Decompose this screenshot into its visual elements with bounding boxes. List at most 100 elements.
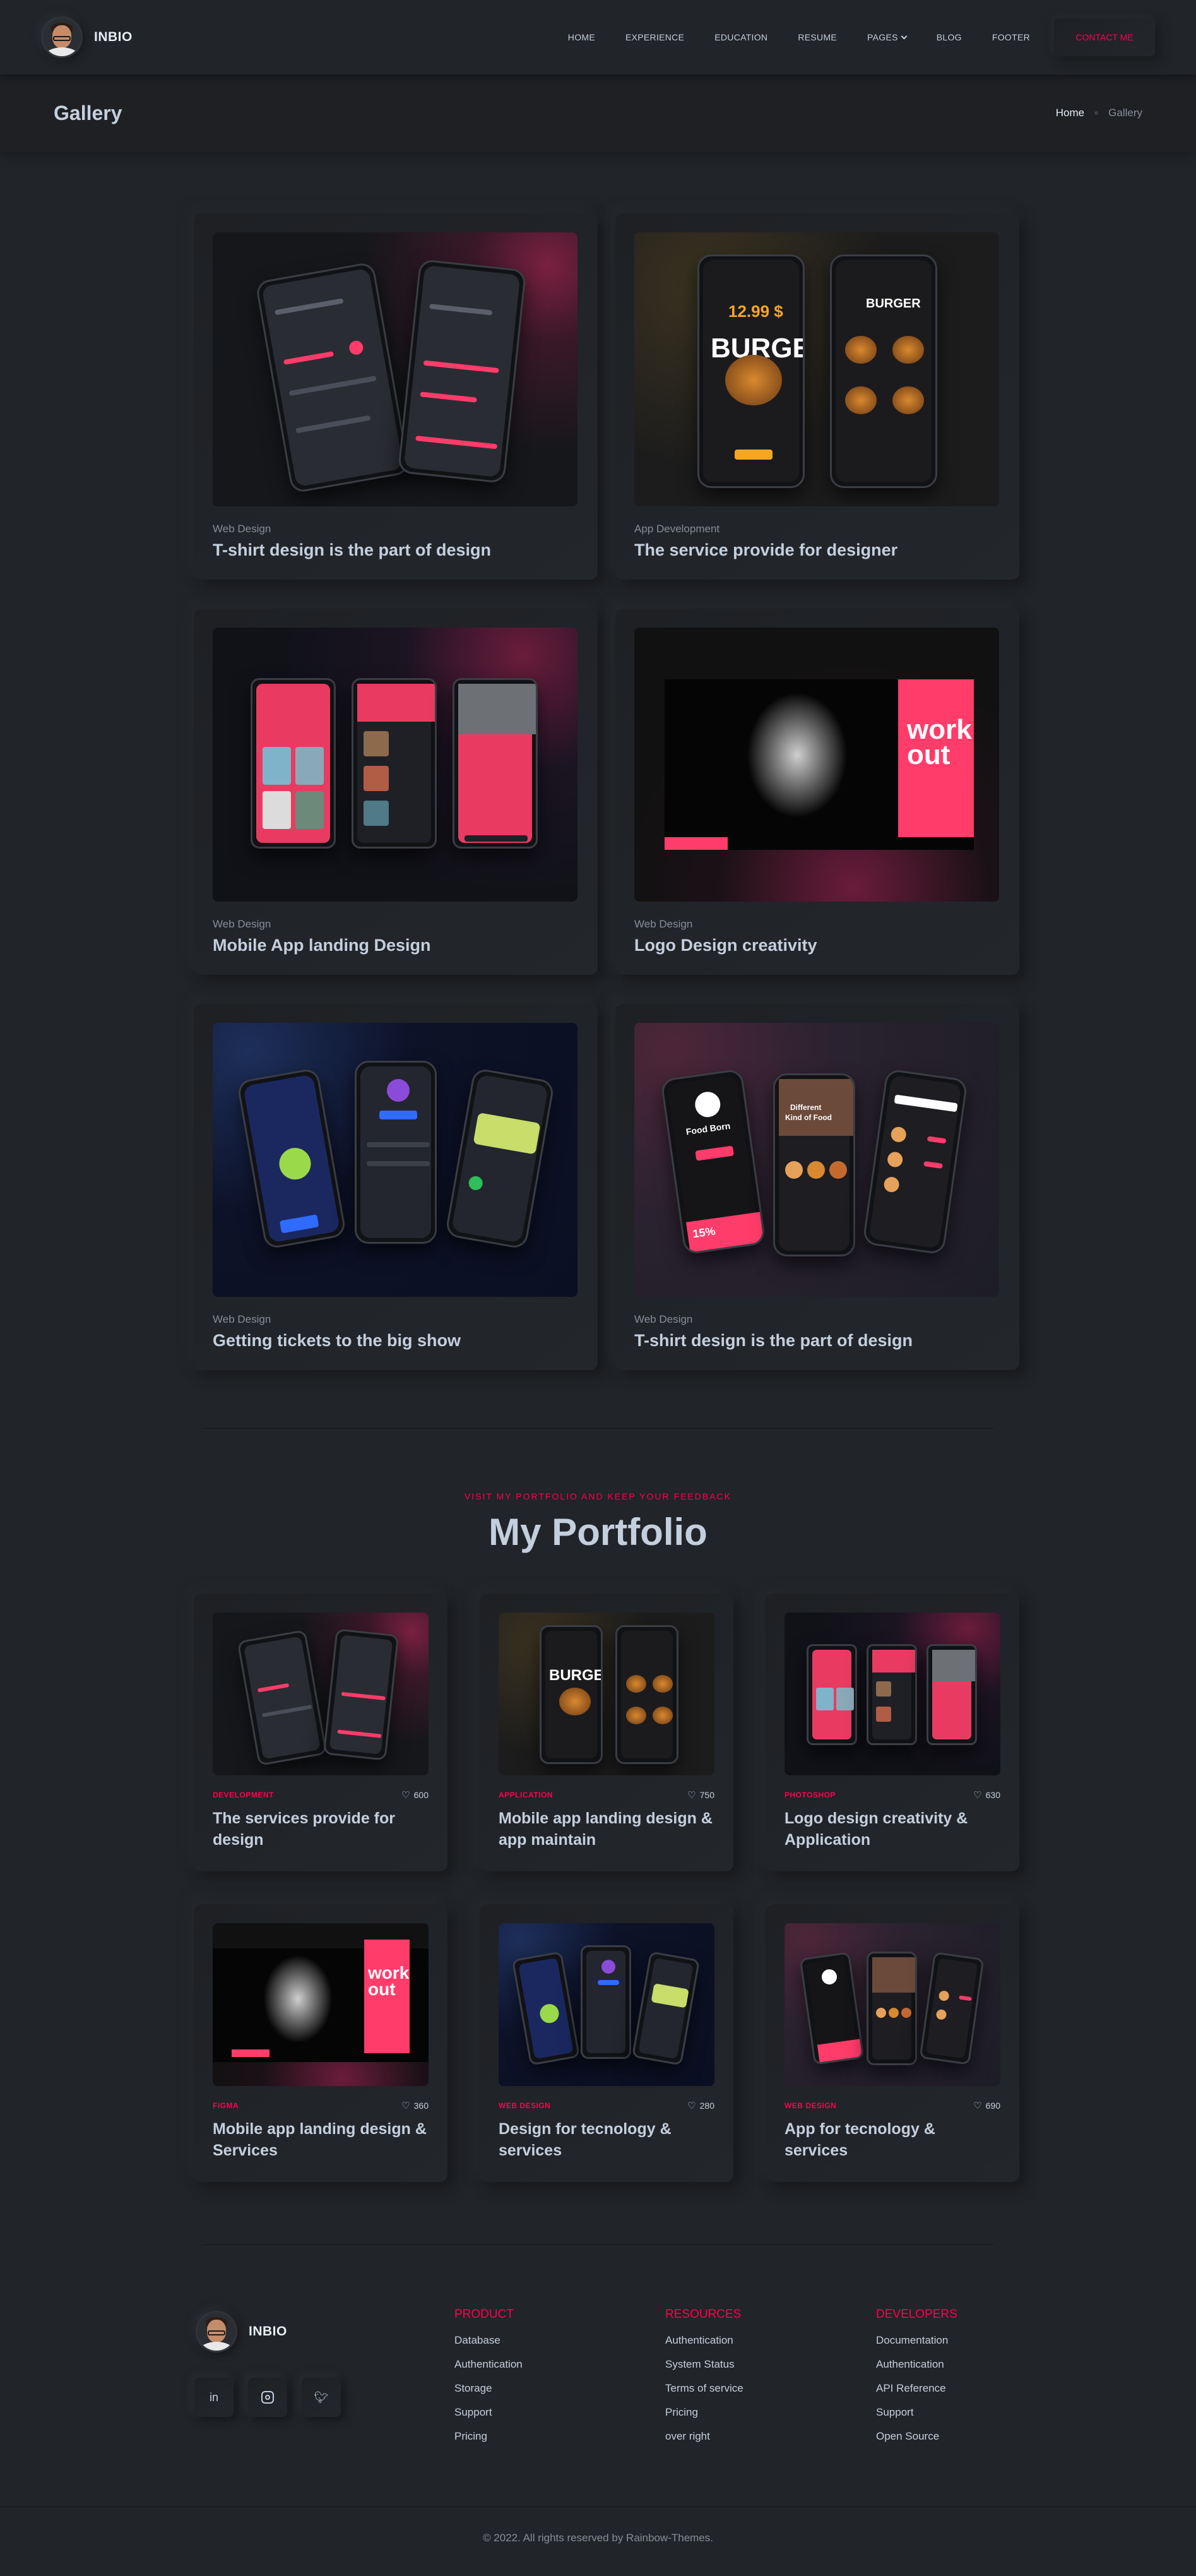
copyright-text: © 2022. All rights reserved by Rainbow-T… (483, 2532, 713, 2544)
heart-icon: ♡ (687, 1790, 696, 1801)
food-born-label: Food Born (685, 1120, 731, 1137)
like-count: 600 (413, 1790, 429, 1800)
heart-icon: ♡ (401, 2101, 410, 2111)
gallery-card[interactable]: 12.99 $ BURGER BURGER App Development Th… (615, 213, 1019, 580)
card-title[interactable]: T-shirt design is the part of design (213, 540, 579, 560)
gallery-card[interactable]: Food Born 15% Different Kind of Food Web… (615, 1004, 1019, 1370)
portfolio-title-link[interactable]: Mobile app landing design & Services (213, 2119, 429, 2162)
like-count: 750 (699, 1790, 714, 1800)
twitter-button[interactable]: 🐦︎ (302, 2378, 341, 2417)
footer-link[interactable]: Authentication (876, 2358, 957, 2371)
chevron-down-icon (901, 33, 908, 39)
gallery-thumbnail (213, 628, 577, 902)
like-counter[interactable]: ♡ 600 (401, 1789, 429, 1801)
like-count: 690 (985, 2101, 1000, 2111)
nav-home[interactable]: HOME (553, 32, 610, 42)
section-divider (202, 2245, 994, 2246)
like-counter[interactable]: ♡ 280 (687, 2100, 714, 2111)
footer-link[interactable]: Pricing (454, 2430, 523, 2443)
card-category: Web Design (634, 918, 693, 930)
linkedin-button[interactable]: in (194, 2378, 234, 2417)
footer-link[interactable]: Authentication (454, 2358, 523, 2371)
like-counter[interactable]: ♡ 360 (401, 2100, 429, 2111)
nav-footer[interactable]: FOOTER (977, 32, 1045, 42)
breadcrumb-current: Gallery (1108, 107, 1142, 119)
nav-pages[interactable]: PAGES (852, 32, 921, 42)
portfolio-title-link[interactable]: The services provide for design (213, 1808, 429, 1851)
portfolio-category: APPLICATION (499, 1791, 553, 1799)
footer-link[interactable]: Open Source (876, 2430, 957, 2443)
nav-education[interactable]: EDUCATION (699, 32, 783, 42)
portfolio-title-link[interactable]: Logo design creativity & Application (785, 1808, 1000, 1851)
footer-column-product: PRODUCT Database Authentication Storage … (454, 2308, 523, 2454)
nav-blog[interactable]: BLOG (921, 32, 977, 42)
gallery-card[interactable]: Web Design Mobile App landing Design (194, 609, 598, 975)
gallery-card[interactable]: Web Design Getting tickets to the big sh… (194, 1004, 598, 1370)
footer-link[interactable]: Authentication (665, 2334, 743, 2347)
breadcrumb-home-link[interactable]: Home (1056, 107, 1084, 119)
footer-link[interactable]: Support (876, 2406, 957, 2419)
gallery-thumbnail: work out (634, 628, 999, 902)
portfolio-title: My Portfolio (488, 1511, 708, 1553)
kind-of-food-label: Kind of Food (785, 1113, 832, 1122)
portfolio-category: PHOTOSHOP (785, 1791, 836, 1799)
card-title[interactable]: Mobile App landing Design (213, 936, 579, 955)
footer-link[interactable]: API Reference (876, 2382, 957, 2395)
footer-link[interactable]: System Status (665, 2358, 743, 2371)
site-header: INBIO HOME EXPERIENCE EDUCATION RESUME P… (0, 0, 1196, 75)
footer-column-resources: RESOURCES Authentication System Status T… (665, 2308, 743, 2454)
like-count: 360 (413, 2101, 429, 2111)
portfolio-category: DEVELOPMENT (213, 1791, 274, 1799)
card-category: Web Design (213, 523, 271, 535)
like-counter[interactable]: ♡ 630 (973, 1789, 1000, 1801)
header-logo[interactable]: INBIO (41, 16, 133, 58)
card-category: Web Design (634, 1313, 693, 1325)
heart-icon: ♡ (973, 2101, 982, 2111)
gallery-card[interactable]: work out Web Design Logo Design creativi… (615, 609, 1019, 975)
instagram-button[interactable] (248, 2378, 287, 2417)
linkedin-icon: in (209, 2390, 218, 2404)
portfolio-card[interactable]: work out FIGMA ♡ 360 Mobile app landing d… (194, 1904, 447, 2182)
portfolio-card[interactable]: PHOTOSHOP ♡ 630 Logo design creativity & … (766, 1594, 1019, 1871)
portfolio-card[interactable]: DEVELOPMENT ♡ 600 The services provide fo… (194, 1594, 447, 1871)
portfolio-thumbnail (785, 1923, 1000, 2086)
nav-experience[interactable]: EXPERIENCE (610, 32, 699, 42)
footer-link[interactable]: Terms of service (665, 2382, 743, 2395)
portfolio-title-link[interactable]: App for tecnology & services (785, 2119, 1000, 2162)
card-title[interactable]: The service provide for designer (634, 540, 1000, 560)
heart-icon: ♡ (401, 1790, 410, 1801)
footer-link[interactable]: Storage (454, 2382, 523, 2395)
gallery-card[interactable]: Web Design T-shirt design is the part of… (194, 213, 598, 580)
avatar (41, 16, 83, 58)
percent-label: 15% (692, 1224, 716, 1241)
portfolio-title-link[interactable]: Mobile app landing design & app maintain (499, 1808, 714, 1851)
like-count: 630 (985, 1790, 1000, 1800)
portfolio-card[interactable]: BURGER APPLICATION ♡750 Mobile app landi… (480, 1594, 733, 1871)
card-title[interactable]: Logo Design creativity (634, 936, 1000, 955)
like-counter[interactable]: ♡ 690 (973, 2100, 1000, 2111)
footer-link[interactable]: over right (665, 2430, 743, 2443)
card-title[interactable]: T-shirt design is the part of design (634, 1331, 1000, 1351)
footer-heading: RESOURCES (665, 2308, 742, 2321)
contact-me-button[interactable]: CONTACT ME (1054, 18, 1155, 56)
nav-resume[interactable]: RESUME (783, 32, 852, 42)
portfolio-thumbnail: work out (213, 1923, 429, 2086)
different-label: Different (790, 1103, 822, 1112)
nav-pages-label: PAGES (867, 32, 898, 42)
portfolio-card[interactable]: WEB DESIGN ♡ 690 App for tecnology & serv… (766, 1904, 1019, 2182)
gallery-thumbnail (213, 1023, 577, 1297)
footer-link[interactable]: Database (454, 2334, 523, 2347)
footer-link[interactable]: Support (454, 2406, 523, 2419)
footer-link[interactable]: Pricing (665, 2406, 743, 2419)
burger-label: BURGER (549, 1667, 601, 1684)
card-title[interactable]: Getting tickets to the big show (213, 1331, 579, 1351)
footer-logo[interactable]: INBIO (196, 2311, 287, 2352)
footer-column-developers: DEVELOPERS Documentation Authentication … (876, 2308, 957, 2454)
portfolio-category: WEB DESIGN (785, 2101, 837, 2110)
portfolio-title-link[interactable]: Design for tecnology & services (499, 2119, 714, 2162)
footer-avatar (196, 2311, 237, 2352)
instagram-icon (261, 2391, 274, 2404)
like-counter[interactable]: ♡ 750 (687, 1789, 714, 1801)
portfolio-card[interactable]: WEB DESIGN ♡ 280 Design for tecnology & s… (480, 1904, 733, 2182)
footer-link[interactable]: Documentation (876, 2334, 957, 2347)
